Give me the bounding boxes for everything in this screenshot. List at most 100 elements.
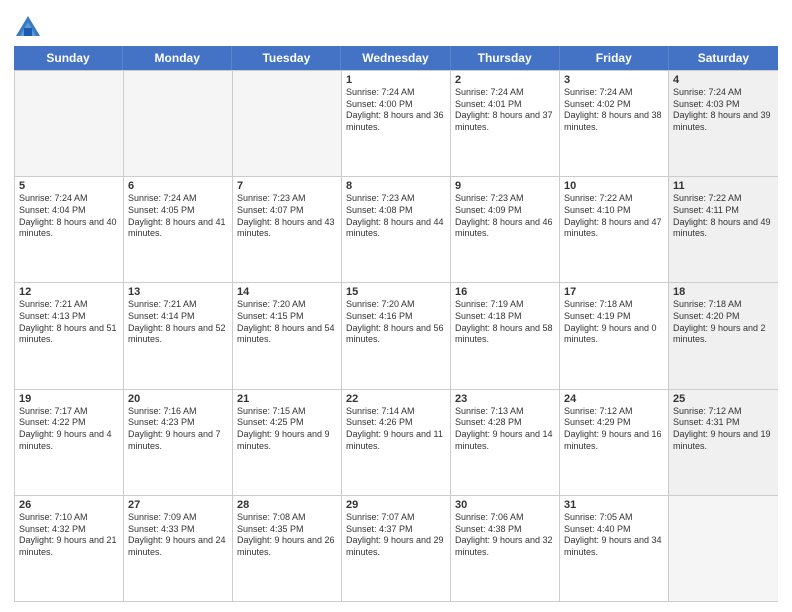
day-number: 20 (128, 393, 228, 405)
cal-cell: 9Sunrise: 7:23 AM Sunset: 4:09 PM Daylig… (451, 177, 560, 282)
day-number: 29 (346, 499, 446, 511)
cell-info: Sunrise: 7:24 AM Sunset: 4:02 PM Dayligh… (564, 87, 662, 132)
cell-info: Sunrise: 7:23 AM Sunset: 4:09 PM Dayligh… (455, 193, 553, 238)
day-number: 18 (673, 286, 774, 298)
day-number: 13 (128, 286, 228, 298)
day-number: 19 (19, 393, 119, 405)
cal-cell: 5Sunrise: 7:24 AM Sunset: 4:04 PM Daylig… (15, 177, 124, 282)
day-number: 2 (455, 74, 555, 86)
header (14, 10, 778, 42)
cell-info: Sunrise: 7:10 AM Sunset: 4:32 PM Dayligh… (19, 512, 117, 557)
cell-info: Sunrise: 7:22 AM Sunset: 4:11 PM Dayligh… (673, 193, 771, 238)
cal-cell (669, 496, 778, 601)
calendar-body: 1Sunrise: 7:24 AM Sunset: 4:00 PM Daylig… (14, 70, 778, 602)
header-day-sunday: Sunday (14, 46, 123, 70)
day-number: 31 (564, 499, 664, 511)
cal-cell: 30Sunrise: 7:06 AM Sunset: 4:38 PM Dayli… (451, 496, 560, 601)
day-number: 24 (564, 393, 664, 405)
cell-info: Sunrise: 7:21 AM Sunset: 4:14 PM Dayligh… (128, 299, 226, 344)
logo-icon (14, 14, 42, 42)
cell-info: Sunrise: 7:18 AM Sunset: 4:20 PM Dayligh… (673, 299, 766, 344)
cal-cell: 10Sunrise: 7:22 AM Sunset: 4:10 PM Dayli… (560, 177, 669, 282)
cell-info: Sunrise: 7:07 AM Sunset: 4:37 PM Dayligh… (346, 512, 444, 557)
cal-cell: 26Sunrise: 7:10 AM Sunset: 4:32 PM Dayli… (15, 496, 124, 601)
day-number: 22 (346, 393, 446, 405)
header-day-wednesday: Wednesday (341, 46, 450, 70)
calendar-row-4: 26Sunrise: 7:10 AM Sunset: 4:32 PM Dayli… (15, 495, 778, 601)
header-day-monday: Monday (123, 46, 232, 70)
cal-cell: 6Sunrise: 7:24 AM Sunset: 4:05 PM Daylig… (124, 177, 233, 282)
day-number: 27 (128, 499, 228, 511)
cell-info: Sunrise: 7:24 AM Sunset: 4:00 PM Dayligh… (346, 87, 444, 132)
cell-info: Sunrise: 7:20 AM Sunset: 4:16 PM Dayligh… (346, 299, 444, 344)
cal-cell: 29Sunrise: 7:07 AM Sunset: 4:37 PM Dayli… (342, 496, 451, 601)
day-number: 6 (128, 180, 228, 192)
cal-cell (233, 71, 342, 176)
day-number: 9 (455, 180, 555, 192)
cal-cell: 1Sunrise: 7:24 AM Sunset: 4:00 PM Daylig… (342, 71, 451, 176)
cal-cell: 2Sunrise: 7:24 AM Sunset: 4:01 PM Daylig… (451, 71, 560, 176)
day-number: 11 (673, 180, 774, 192)
cell-info: Sunrise: 7:21 AM Sunset: 4:13 PM Dayligh… (19, 299, 117, 344)
day-number: 14 (237, 286, 337, 298)
day-number: 12 (19, 286, 119, 298)
calendar: SundayMondayTuesdayWednesdayThursdayFrid… (14, 46, 778, 602)
header-day-friday: Friday (560, 46, 669, 70)
cal-cell: 4Sunrise: 7:24 AM Sunset: 4:03 PM Daylig… (669, 71, 778, 176)
calendar-header: SundayMondayTuesdayWednesdayThursdayFrid… (14, 46, 778, 70)
cell-info: Sunrise: 7:24 AM Sunset: 4:01 PM Dayligh… (455, 87, 553, 132)
day-number: 21 (237, 393, 337, 405)
cell-info: Sunrise: 7:15 AM Sunset: 4:25 PM Dayligh… (237, 406, 330, 451)
cal-cell: 21Sunrise: 7:15 AM Sunset: 4:25 PM Dayli… (233, 390, 342, 495)
cell-info: Sunrise: 7:16 AM Sunset: 4:23 PM Dayligh… (128, 406, 221, 451)
cell-info: Sunrise: 7:05 AM Sunset: 4:40 PM Dayligh… (564, 512, 662, 557)
cal-cell: 15Sunrise: 7:20 AM Sunset: 4:16 PM Dayli… (342, 283, 451, 388)
cell-info: Sunrise: 7:22 AM Sunset: 4:10 PM Dayligh… (564, 193, 662, 238)
cell-info: Sunrise: 7:18 AM Sunset: 4:19 PM Dayligh… (564, 299, 657, 344)
day-number: 26 (19, 499, 119, 511)
cell-info: Sunrise: 7:13 AM Sunset: 4:28 PM Dayligh… (455, 406, 553, 451)
day-number: 4 (673, 74, 774, 86)
cal-cell: 16Sunrise: 7:19 AM Sunset: 4:18 PM Dayli… (451, 283, 560, 388)
cell-info: Sunrise: 7:23 AM Sunset: 4:07 PM Dayligh… (237, 193, 335, 238)
cell-info: Sunrise: 7:24 AM Sunset: 4:05 PM Dayligh… (128, 193, 226, 238)
cal-cell: 23Sunrise: 7:13 AM Sunset: 4:28 PM Dayli… (451, 390, 560, 495)
day-number: 23 (455, 393, 555, 405)
calendar-row-2: 12Sunrise: 7:21 AM Sunset: 4:13 PM Dayli… (15, 282, 778, 388)
day-number: 16 (455, 286, 555, 298)
cal-cell: 14Sunrise: 7:20 AM Sunset: 4:15 PM Dayli… (233, 283, 342, 388)
cell-info: Sunrise: 7:17 AM Sunset: 4:22 PM Dayligh… (19, 406, 112, 451)
cal-cell: 11Sunrise: 7:22 AM Sunset: 4:11 PM Dayli… (669, 177, 778, 282)
page: SundayMondayTuesdayWednesdayThursdayFrid… (0, 0, 792, 612)
day-number: 1 (346, 74, 446, 86)
day-number: 15 (346, 286, 446, 298)
logo (14, 14, 44, 42)
day-number: 25 (673, 393, 774, 405)
cal-cell (124, 71, 233, 176)
cell-info: Sunrise: 7:08 AM Sunset: 4:35 PM Dayligh… (237, 512, 335, 557)
calendar-row-1: 5Sunrise: 7:24 AM Sunset: 4:04 PM Daylig… (15, 176, 778, 282)
cell-info: Sunrise: 7:23 AM Sunset: 4:08 PM Dayligh… (346, 193, 444, 238)
cal-cell: 17Sunrise: 7:18 AM Sunset: 4:19 PM Dayli… (560, 283, 669, 388)
cell-info: Sunrise: 7:24 AM Sunset: 4:03 PM Dayligh… (673, 87, 771, 132)
cal-cell: 8Sunrise: 7:23 AM Sunset: 4:08 PM Daylig… (342, 177, 451, 282)
cal-cell: 18Sunrise: 7:18 AM Sunset: 4:20 PM Dayli… (669, 283, 778, 388)
cal-cell: 28Sunrise: 7:08 AM Sunset: 4:35 PM Dayli… (233, 496, 342, 601)
cal-cell: 19Sunrise: 7:17 AM Sunset: 4:22 PM Dayli… (15, 390, 124, 495)
day-number: 5 (19, 180, 119, 192)
cal-cell: 13Sunrise: 7:21 AM Sunset: 4:14 PM Dayli… (124, 283, 233, 388)
calendar-row-3: 19Sunrise: 7:17 AM Sunset: 4:22 PM Dayli… (15, 389, 778, 495)
cal-cell: 22Sunrise: 7:14 AM Sunset: 4:26 PM Dayli… (342, 390, 451, 495)
cell-info: Sunrise: 7:20 AM Sunset: 4:15 PM Dayligh… (237, 299, 335, 344)
cal-cell: 25Sunrise: 7:12 AM Sunset: 4:31 PM Dayli… (669, 390, 778, 495)
day-number: 17 (564, 286, 664, 298)
cal-cell: 12Sunrise: 7:21 AM Sunset: 4:13 PM Dayli… (15, 283, 124, 388)
header-day-tuesday: Tuesday (232, 46, 341, 70)
cal-cell (15, 71, 124, 176)
cal-cell: 27Sunrise: 7:09 AM Sunset: 4:33 PM Dayli… (124, 496, 233, 601)
calendar-row-0: 1Sunrise: 7:24 AM Sunset: 4:00 PM Daylig… (15, 70, 778, 176)
cal-cell: 7Sunrise: 7:23 AM Sunset: 4:07 PM Daylig… (233, 177, 342, 282)
cal-cell: 3Sunrise: 7:24 AM Sunset: 4:02 PM Daylig… (560, 71, 669, 176)
header-day-saturday: Saturday (669, 46, 778, 70)
cell-info: Sunrise: 7:06 AM Sunset: 4:38 PM Dayligh… (455, 512, 553, 557)
